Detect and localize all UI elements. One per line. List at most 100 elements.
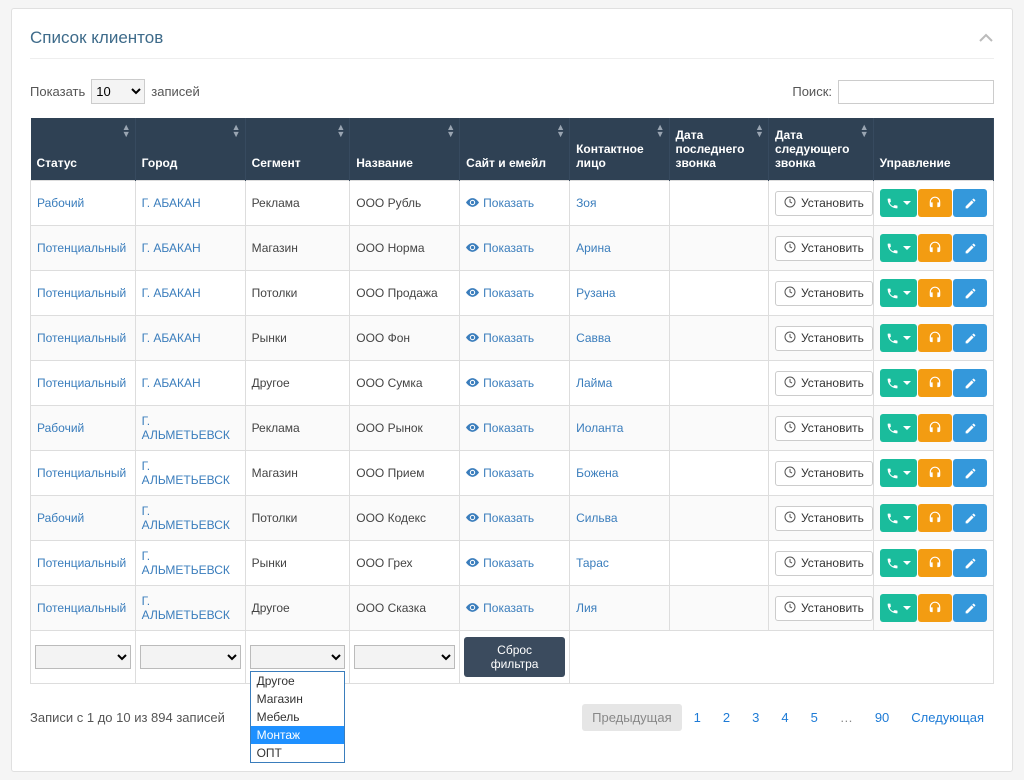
city-link[interactable]: Г. АЛЬМЕТЬЕВСК — [142, 549, 230, 577]
status-link[interactable]: Потенциальный — [37, 286, 126, 300]
call-button[interactable] — [880, 189, 918, 217]
reset-filter-button[interactable]: Сброс фильтра — [464, 637, 565, 677]
call-button[interactable] — [880, 279, 918, 307]
edit-button[interactable] — [953, 279, 987, 307]
show-contact-button[interactable]: Показать — [466, 511, 534, 525]
headset-button[interactable] — [918, 234, 952, 262]
contact-link[interactable]: Лия — [576, 601, 597, 615]
contact-link[interactable]: Арина — [576, 241, 611, 255]
city-link[interactable]: Г. АЛЬМЕТЬЕВСК — [142, 414, 230, 442]
page-size-select[interactable]: 10 — [91, 79, 145, 104]
set-date-button[interactable]: Установить — [775, 281, 873, 306]
set-date-button[interactable]: Установить — [775, 416, 873, 441]
show-contact-button[interactable]: Показать — [466, 601, 534, 615]
call-button[interactable] — [880, 234, 918, 262]
th-contact[interactable]: Контактное лицо▲▼ — [570, 118, 669, 181]
edit-button[interactable] — [953, 549, 987, 577]
contact-link[interactable]: Сильва — [576, 511, 618, 525]
pager-prev[interactable]: Предыдущая — [582, 704, 682, 731]
pager-next[interactable]: Следующая — [901, 704, 994, 731]
th-site[interactable]: Сайт и емейл▲▼ — [460, 118, 570, 181]
pager-page[interactable]: 3 — [742, 704, 769, 731]
headset-button[interactable] — [918, 324, 952, 352]
status-link[interactable]: Рабочий — [37, 196, 84, 210]
status-link[interactable]: Рабочий — [37, 511, 84, 525]
call-button[interactable] — [880, 594, 918, 622]
th-last-call[interactable]: Дата последнего звонка▲▼ — [669, 118, 768, 181]
status-link[interactable]: Потенциальный — [37, 331, 126, 345]
headset-button[interactable] — [918, 189, 952, 217]
contact-link[interactable]: Зоя — [576, 196, 596, 210]
pager-page[interactable]: 2 — [713, 704, 740, 731]
contact-link[interactable]: Лайма — [576, 376, 612, 390]
th-segment[interactable]: Сегмент▲▼ — [245, 118, 350, 181]
call-button[interactable] — [880, 324, 918, 352]
th-status[interactable]: Статус▲▼ — [31, 118, 136, 181]
pager-page[interactable]: 4 — [771, 704, 798, 731]
city-link[interactable]: Г. АБАКАН — [142, 331, 201, 345]
headset-button[interactable] — [918, 459, 952, 487]
city-link[interactable]: Г. АЛЬМЕТЬЕВСК — [142, 504, 230, 532]
show-contact-button[interactable]: Показать — [466, 421, 534, 435]
contact-link[interactable]: Рузана — [576, 286, 615, 300]
edit-button[interactable] — [953, 234, 987, 262]
headset-button[interactable] — [918, 504, 952, 532]
status-link[interactable]: Потенциальный — [37, 556, 126, 570]
show-contact-button[interactable]: Показать — [466, 556, 534, 570]
headset-button[interactable] — [918, 594, 952, 622]
call-button[interactable] — [880, 369, 918, 397]
show-contact-button[interactable]: Показать — [466, 331, 534, 345]
dropdown-option[interactable]: Мебель — [251, 708, 345, 726]
dropdown-option[interactable]: Монтаж — [251, 726, 345, 744]
headset-button[interactable] — [918, 414, 952, 442]
pager-page[interactable]: 90 — [865, 704, 899, 731]
filter-city[interactable] — [140, 645, 241, 669]
headset-button[interactable] — [918, 549, 952, 577]
th-next-call[interactable]: Дата следующего звонка▲▼ — [768, 118, 873, 181]
city-link[interactable]: Г. АБАКАН — [142, 196, 201, 210]
show-contact-button[interactable]: Показать — [466, 286, 534, 300]
dropdown-option[interactable]: ОПТ — [251, 744, 345, 762]
show-contact-button[interactable]: Показать — [466, 466, 534, 480]
set-date-button[interactable]: Установить — [775, 506, 873, 531]
show-contact-button[interactable]: Показать — [466, 196, 534, 210]
set-date-button[interactable]: Установить — [775, 461, 873, 486]
show-contact-button[interactable]: Показать — [466, 376, 534, 390]
edit-button[interactable] — [953, 459, 987, 487]
segment-dropdown[interactable]: ДругоеМагазинМебельМонтажОПТ — [250, 671, 346, 763]
contact-link[interactable]: Савва — [576, 331, 611, 345]
pager-page[interactable]: 1 — [684, 704, 711, 731]
city-link[interactable]: Г. АБАКАН — [142, 376, 201, 390]
status-link[interactable]: Рабочий — [37, 421, 84, 435]
set-date-button[interactable]: Установить — [775, 371, 873, 396]
edit-button[interactable] — [953, 324, 987, 352]
edit-button[interactable] — [953, 369, 987, 397]
set-date-button[interactable]: Установить — [775, 326, 873, 351]
collapse-icon[interactable] — [978, 27, 994, 48]
edit-button[interactable] — [953, 189, 987, 217]
th-name[interactable]: Название▲▼ — [350, 118, 460, 181]
show-contact-button[interactable]: Показать — [466, 241, 534, 255]
contact-link[interactable]: Божена — [576, 466, 618, 480]
filter-status[interactable] — [35, 645, 131, 669]
city-link[interactable]: Г. АБАКАН — [142, 241, 201, 255]
call-button[interactable] — [880, 504, 918, 532]
status-link[interactable]: Потенциальный — [37, 376, 126, 390]
set-date-button[interactable]: Установить — [775, 236, 873, 261]
edit-button[interactable] — [953, 594, 987, 622]
contact-link[interactable]: Иоланта — [576, 421, 623, 435]
headset-button[interactable] — [918, 279, 952, 307]
filter-segment[interactable] — [250, 645, 346, 669]
contact-link[interactable]: Тарас — [576, 556, 609, 570]
set-date-button[interactable]: Установить — [775, 596, 873, 621]
edit-button[interactable] — [953, 414, 987, 442]
headset-button[interactable] — [918, 369, 952, 397]
call-button[interactable] — [880, 414, 918, 442]
call-button[interactable] — [880, 459, 918, 487]
call-button[interactable] — [880, 549, 918, 577]
dropdown-option[interactable]: Магазин — [251, 690, 345, 708]
search-input[interactable] — [838, 80, 994, 104]
filter-name[interactable] — [354, 645, 455, 669]
dropdown-option[interactable]: Другое — [251, 672, 345, 690]
city-link[interactable]: Г. АЛЬМЕТЬЕВСК — [142, 459, 230, 487]
